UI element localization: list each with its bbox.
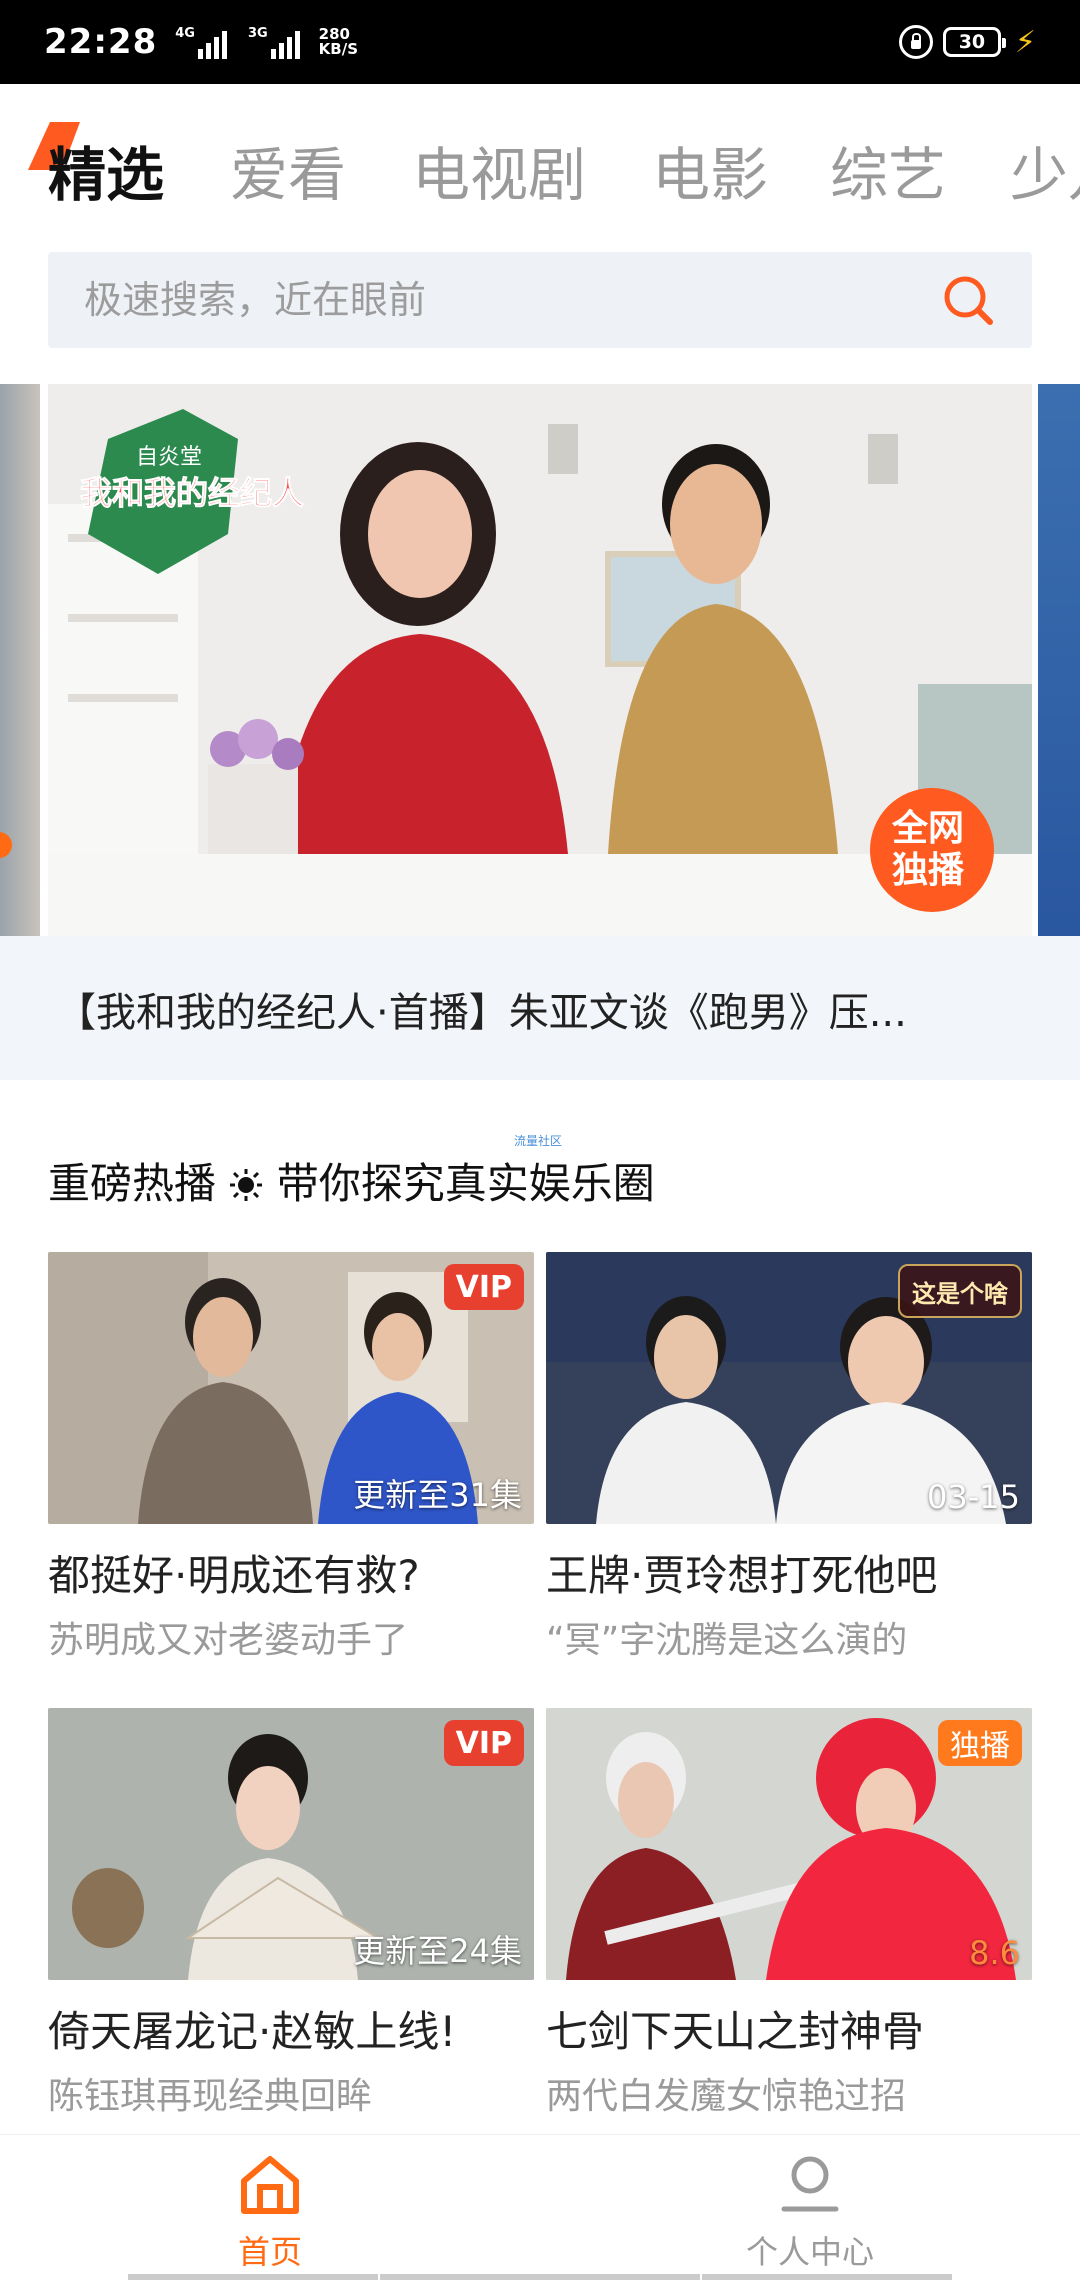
nav-profile-label: 个人中心 <box>745 2233 874 2271</box>
vip-badge: VIP <box>443 1720 524 1766</box>
episode-count: 更新至24集 <box>353 1932 522 1970</box>
tab-aikan[interactable]: 爱看 <box>230 128 346 212</box>
net-speed: 280 KB/S <box>319 27 358 57</box>
signal-4g-label: 4G <box>175 26 195 41</box>
signal-3g-icon: 3G <box>248 25 303 59</box>
card-subtitle: “冥”字沈腾是这么演的 <box>546 1620 908 1661</box>
battery-icon: 30 <box>942 27 1006 57</box>
card-subtitle: 苏明成又对老婆动手了 <box>48 1620 409 1661</box>
search-bar[interactable] <box>48 252 1032 348</box>
tab-variety[interactable]: 综艺 <box>830 128 946 212</box>
status-time: 22:28 <box>44 22 158 62</box>
banner-illustration: 自炎堂 我和我的经纪人 全网 独播 <box>48 384 1032 936</box>
rating-score: 8.6 <box>969 1934 1020 1972</box>
banner-caption[interactable]: 【我和我的经纪人·首播】朱亚文谈《跑男》压... <box>56 980 1016 1038</box>
banner-carousel[interactable]: 自炎堂 我和我的经纪人 全网 独播 <box>0 384 1080 936</box>
video-card[interactable]: VIP 更新至24集 倚天屠龙记·赵敏上线! 陈钰琪再现经典回眸 <box>48 1708 534 2119</box>
net-speed-unit: KB/S <box>318 40 359 58</box>
video-thumbnail[interactable]: 独播 8.6 <box>546 1708 1032 1980</box>
profile-icon <box>781 2156 839 2212</box>
vip-badge: VIP <box>443 1264 524 1310</box>
rotation-lock-icon <box>898 25 933 59</box>
video-card[interactable]: VIP 更新至31集 都挺好·明成还有救? 苏明成又对老婆动手了 <box>48 1252 534 1663</box>
card-subtitle: 两代白发魔女惊艳过招 <box>546 2076 907 2117</box>
gesture-bar <box>128 2274 378 2280</box>
category-tabs: 精选 爱看 电视剧 电影 综艺 少儿 <box>0 84 1080 246</box>
tab-movies[interactable]: 电影 <box>652 128 768 212</box>
exclusive-badge: 独播 <box>938 1720 1022 1766</box>
charging-icon: ⚡ <box>1014 24 1036 60</box>
video-card[interactable]: 独播 8.6 七剑下天山之封神骨 两代白发魔女惊艳过招 <box>546 1708 1032 2119</box>
card-title[interactable]: 都挺好·明成还有救? <box>48 1542 534 1603</box>
search-input[interactable] <box>84 278 940 322</box>
signal-4g-icon: 4G <box>175 25 230 59</box>
tab-kids[interactable]: 少儿 <box>1010 128 1080 212</box>
sun-icon <box>230 1169 263 1201</box>
banner-image[interactable]: 自炎堂 我和我的经纪人 全网 独播 <box>48 384 1032 936</box>
video-thumbnail[interactable]: 这是个啥 03-15 <box>546 1252 1032 1524</box>
video-thumbnail[interactable]: VIP 更新至31集 <box>48 1252 534 1524</box>
card-title[interactable]: 倚天屠龙记·赵敏上线! <box>48 1998 534 2059</box>
card-title[interactable]: 七剑下天山之封神骨 <box>546 1998 1032 2059</box>
banner-logo-top: 自炎堂 <box>136 445 202 470</box>
gesture-bar <box>702 2274 952 2280</box>
tab-jingxuan[interactable]: 精选 <box>48 128 164 212</box>
air-date: 03-15 <box>927 1478 1020 1516</box>
nav-home[interactable]: 首页 <box>170 2153 370 2273</box>
status-bar: 22:28 4G 3G 280 KB/S 30 ⚡ <box>0 0 1080 84</box>
video-thumbnail[interactable]: VIP 更新至24集 <box>48 1708 534 1980</box>
show-badge: 这是个啥 <box>898 1264 1022 1318</box>
banner-next-peek[interactable] <box>1038 384 1080 936</box>
video-card[interactable]: 这是个啥 03-15 王牌·贾玲想打死他吧 “冥”字沈腾是这么演的 <box>546 1252 1032 1663</box>
banner-badge-line1: 全网 <box>891 807 964 849</box>
section-title: 重磅热播 带你探究真实娱乐圈 <box>48 1150 655 1211</box>
section-title-part2: 带你探究真实娱乐圈 <box>276 1159 655 1208</box>
banner-badge-line2: 独播 <box>892 850 965 891</box>
section-tag: 流量社区 <box>514 1134 563 1148</box>
signal-3g-label: 3G <box>247 26 268 41</box>
battery-level: 30 <box>958 31 986 53</box>
nav-home-label: 首页 <box>237 2233 302 2271</box>
card-title[interactable]: 王牌·贾玲想打死他吧 <box>546 1542 1032 1603</box>
search-icon[interactable] <box>940 272 996 328</box>
gesture-bar <box>380 2274 700 2280</box>
tab-tv-series[interactable]: 电视剧 <box>412 128 586 212</box>
section-title-part1: 重磅热播 <box>48 1159 217 1208</box>
nav-profile[interactable]: 个人中心 <box>710 2153 910 2273</box>
banner-caption-area[interactable]: 【我和我的经纪人·首播】朱亚文谈《跑男》压... <box>0 936 1080 1080</box>
home-icon <box>241 2156 299 2214</box>
card-subtitle: 陈钰琪再现经典回眸 <box>48 2076 373 2117</box>
episode-count: 更新至31集 <box>353 1476 522 1514</box>
bottom-navigation: 首页 个人中心 <box>0 2134 1080 2280</box>
banner-logo-main: 我和我的经纪人 <box>80 474 304 512</box>
